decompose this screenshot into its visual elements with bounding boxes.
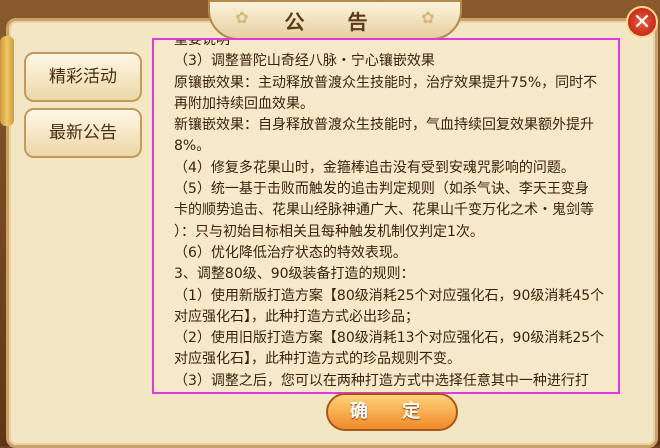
text-line: （3）调整普陀山奇经八脉・宁心镶嵌效果	[174, 53, 435, 70]
text-line: 重要说明	[174, 38, 230, 48]
close-button[interactable]: ✕	[626, 6, 658, 38]
cloud-ornament-icon: ✿	[235, 8, 249, 27]
text-line: （4）修复多花果山时，金箍棒追击没有受到安魂咒影响的问题。	[174, 159, 575, 176]
sidebar-item-label: 最新公告	[49, 123, 117, 143]
text-line: 对应强化石】，此种打造方式必出珍品；	[174, 308, 419, 325]
announcement-content[interactable]: 重要说明 （3）调整普陀山奇经八脉・宁心镶嵌效果 原镶嵌效果：主动释放普渡众生技…	[152, 38, 620, 394]
sidebar-item-label: 精彩活动	[49, 67, 117, 87]
text-line: （3）调整之后，您可以在两种打造方式中选择任意其中一种进行打	[174, 372, 589, 389]
text-line: （2）使用旧版打造方案【80级消耗13个对应强化石，90级消耗25个	[174, 330, 605, 347]
sidebar-item-events[interactable]: 精彩活动	[24, 52, 142, 102]
cloud-ornament-icon: ✿	[421, 8, 435, 27]
text-line: 3、调整80级、90级装备打造的规则：	[174, 266, 415, 283]
dialog-title: 公 告	[284, 10, 386, 34]
text-line: （5）统一基于击败而触发的追击判定规则（如杀气诀、李天王变身	[174, 181, 589, 198]
text-line: 卡的顺势追击、花果山经脉神通广大、花果山千变万化之术・鬼剑等	[174, 202, 594, 219]
confirm-button-label: 确 定	[349, 401, 435, 422]
sidebar-item-announcements[interactable]: 最新公告	[24, 108, 142, 158]
text-line: 新镶嵌效果：自身释放普渡众生技能时，气血持续回复效果额外提升	[174, 117, 594, 134]
text-line: ）：只与初始目标相关且每种触发机制仅判定1次。	[174, 223, 484, 240]
text-line: 对应强化石】，此种打造方式的珍品规则不变。	[174, 351, 461, 368]
text-line: （6）优化降低治疗状态的特效表现。	[174, 244, 407, 261]
dialog-title-plate: ✿ 公 告 ✿	[208, 0, 462, 40]
tassel-ornament	[0, 36, 14, 126]
text-line: 再附加持续回血效果。	[174, 95, 314, 112]
text-line: 原镶嵌效果：主动释放普渡众生技能时，治疗效果提升75%，同时不	[174, 74, 598, 91]
text-line: 8%。	[174, 138, 211, 155]
text-line: （1）使用新版打造方案【80级消耗25个对应强化石，90级消耗45个	[174, 287, 605, 304]
confirm-button[interactable]: 确 定	[326, 393, 458, 431]
announcement-text: 重要说明 （3）调整普陀山奇经八脉・宁心镶嵌效果 原镶嵌效果：主动释放普渡众生技…	[174, 38, 618, 392]
close-icon: ✕	[632, 10, 652, 35]
